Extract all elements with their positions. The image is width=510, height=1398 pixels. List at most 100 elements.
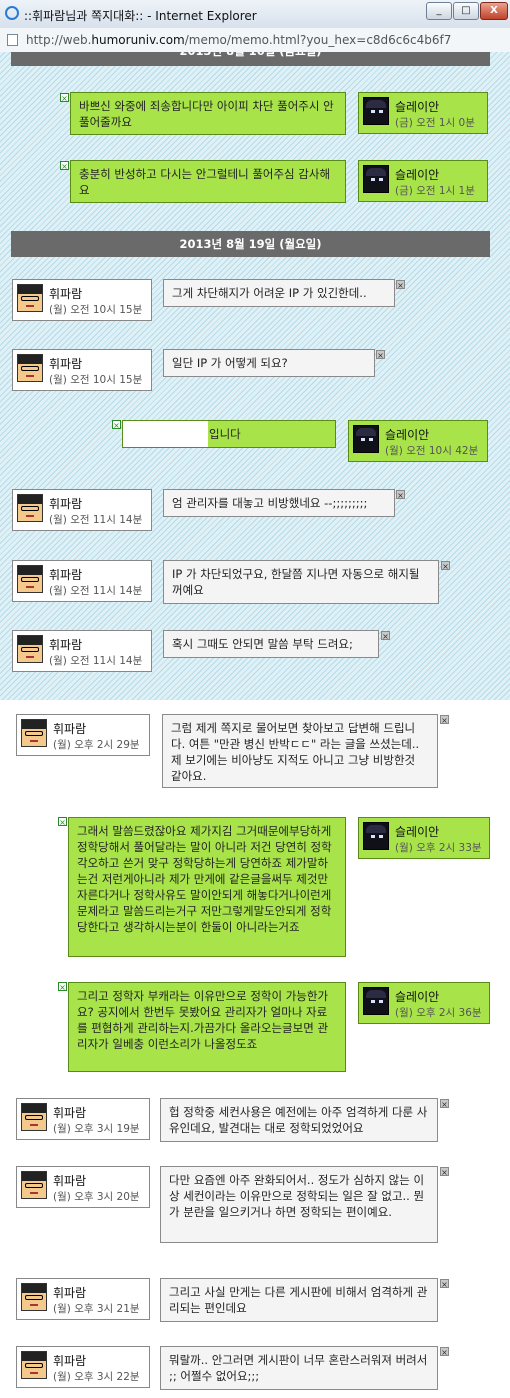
sender-name: 휘파람: [49, 287, 83, 301]
timestamp: (월) 오후 2시 29분: [53, 739, 140, 751]
address-bar[interactable]: http://web.humoruniv.com/memo/memo.html?…: [0, 28, 510, 53]
timestamp: (월) 오전 10시 15분: [49, 374, 143, 386]
avatar: [17, 284, 43, 312]
timestamp: (월) 오전 10시 15분: [49, 304, 143, 316]
sender-name: 휘파람: [53, 722, 87, 736]
timestamp: (금) 오전 1시 0분: [395, 117, 475, 129]
delete-icon[interactable]: ×: [440, 1167, 449, 1177]
delete-icon[interactable]: ×: [60, 161, 69, 171]
delete-icon[interactable]: ×: [440, 1347, 449, 1357]
window-title: ::휘파람님과 쪽지대화:: - Internet Explorer: [24, 9, 257, 23]
sender-name: 슬레이안: [395, 168, 440, 182]
delete-icon[interactable]: ×: [440, 1279, 449, 1289]
timestamp: (월) 오후 2시 36분: [395, 1007, 482, 1019]
message-bubble: 일단 IP 가 어떻게 되요?: [163, 349, 375, 377]
minimize-button[interactable]: _: [426, 2, 452, 20]
sender-card: 휘파람 (월) 오후 3시 21분: [16, 1278, 150, 1320]
sender-name: 휘파람: [49, 568, 83, 582]
avatar: [353, 425, 379, 453]
sender-name: 슬레이안: [395, 990, 440, 1004]
delete-icon[interactable]: ×: [376, 350, 385, 360]
message-bubble: 충분히 반성하고 다시는 안그럴테니 풀어주심 감사해요: [70, 160, 346, 203]
sender-card: 휘파람 (월) 오전 11시 14분: [12, 560, 152, 602]
sender-card: 슬레이안 (금) 오전 1시 0분: [358, 92, 488, 134]
avatar: [17, 635, 43, 663]
sender-name: 슬레이안: [385, 428, 430, 442]
avatar: [17, 354, 43, 382]
delete-icon[interactable]: ×: [441, 561, 450, 571]
avatar: [17, 494, 43, 522]
sender-name: 휘파람: [49, 497, 83, 511]
delete-icon[interactable]: ×: [58, 817, 67, 827]
redaction-box: [123, 421, 208, 447]
timestamp: (월) 오후 3시 22분: [53, 1371, 140, 1383]
sender-card: 휘파람 (월) 오후 3시 20분: [16, 1166, 150, 1208]
sender-card: 슬레이안 (월) 오전 10시 42분: [348, 420, 488, 462]
timestamp: (월) 오전 10시 42분: [385, 445, 479, 457]
delete-icon[interactable]: ×: [381, 631, 390, 641]
sender-name: 슬레이안: [395, 100, 440, 114]
avatar: [21, 1103, 47, 1131]
delete-icon[interactable]: ×: [396, 490, 405, 500]
delete-icon[interactable]: ×: [440, 1099, 449, 1109]
message-bubble: 엄 관리자를 대놓고 비방했네요 --;;;;;;;;;: [163, 489, 395, 517]
avatar: [21, 1171, 47, 1199]
delete-icon[interactable]: ×: [60, 93, 69, 103]
window-titlebar: ::휘파람님과 쪽지대화:: - Internet Explorer _ □ X: [0, 0, 510, 29]
sender-card: 휘파람 (월) 오후 3시 19분: [16, 1098, 150, 1140]
timestamp: (금) 오전 1시 1분: [395, 185, 475, 197]
sender-card: 휘파람 (월) 오전 11시 14분: [12, 489, 152, 531]
delete-icon[interactable]: ×: [58, 982, 67, 992]
sender-name: 휘파람: [53, 1354, 87, 1368]
sender-card: 슬레이안 (월) 오후 2시 36분: [358, 982, 490, 1024]
close-button[interactable]: X: [480, 2, 508, 20]
timestamp: (월) 오후 3시 19분: [53, 1123, 140, 1135]
ie-logo-icon: [5, 6, 19, 20]
avatar: [363, 165, 389, 193]
timestamp: (월) 오후 2시 33분: [395, 842, 482, 854]
avatar: [17, 565, 43, 593]
message-bubble: 다만 요즘엔 아주 완화되어서.. 정도가 심하지 않는 이상 세컨이라는 이유…: [160, 1166, 438, 1243]
message-bubble: 바쁘신 와중에 죄송합니다만 아이피 차단 풀어주시 안풀어줄까요: [70, 92, 346, 135]
sender-name: 슬레이안: [395, 825, 440, 839]
avatar: [363, 97, 389, 125]
sender-card: 슬레이안 (금) 오전 1시 1분: [358, 160, 488, 202]
avatar: [21, 719, 47, 747]
message-bubble: 헙 정학중 세컨사용은 예전에는 아주 엄격하게 다룬 사유인데요, 발견대는 …: [160, 1098, 438, 1142]
timestamp: (월) 오전 11시 14분: [49, 514, 143, 526]
avatar: [363, 822, 389, 850]
sender-card: 휘파람 (월) 오전 10시 15분: [12, 279, 152, 321]
message-bubble: 그리고 정학자 부캐라는 이유만으로 정학이 가능한가요? 공지에서 한번두 못…: [68, 982, 346, 1072]
timestamp: (월) 오전 11시 14분: [49, 585, 143, 597]
maximize-button[interactable]: □: [453, 2, 479, 20]
message-bubble: IP 가 차단되었구요, 한달쯤 지나면 자동으로 해지될꺼예요: [163, 560, 439, 604]
memo-content[interactable]: 2013년 8월 16일 (금요일) 바쁘신 와중에 죄송합니다만 아이피 차단…: [0, 52, 510, 1398]
avatar: [21, 1283, 47, 1311]
sender-card: 휘파람 (월) 오후 2시 29분: [16, 714, 150, 756]
sender-card: 휘파람 (월) 오후 3시 22분: [16, 1346, 150, 1388]
delete-icon[interactable]: ×: [396, 280, 405, 290]
message-bubble: 혹시 그때도 안되면 말씀 부탁 드려요;: [163, 630, 379, 658]
sender-card: 휘파람 (월) 오전 10시 15분: [12, 349, 152, 391]
message-bubble: 그래서 말씀드렸잖아요 제가지김 그거때문에부당하게 정학당해서 풀어달라는 말…: [68, 817, 346, 957]
page-icon: [7, 34, 18, 46]
date-header: 2013년 8월 19일 (월요일): [11, 231, 490, 257]
sender-name: 휘파람: [49, 638, 83, 652]
timestamp: (월) 오후 3시 21분: [53, 1303, 140, 1315]
timestamp: (월) 오전 11시 14분: [49, 655, 143, 667]
sender-card: 휘파람 (월) 오전 11시 14분: [12, 630, 152, 672]
delete-icon[interactable]: ×: [440, 715, 449, 725]
delete-icon[interactable]: ×: [112, 420, 121, 430]
message-bubble: 그게 차단해지가 어려운 IP 가 있긴한데..: [163, 279, 395, 307]
sender-card: 슬레이안 (월) 오후 2시 33분: [358, 817, 490, 859]
avatar: [363, 987, 389, 1015]
avatar: [21, 1351, 47, 1379]
url-text[interactable]: http://web.humoruniv.com/memo/memo.html?…: [26, 33, 451, 47]
timestamp: (월) 오후 3시 20분: [53, 1191, 140, 1203]
sender-name: 휘파람: [53, 1106, 87, 1120]
message-bubble: 뭐랄까.. 안그러면 게시판이 너무 혼란스러워져 버려서 ;; 어쩔수 없어요…: [160, 1346, 438, 1390]
message-bubble: 입니다: [122, 420, 336, 448]
sender-name: 휘파람: [53, 1286, 87, 1300]
message-bubble: 그럼 제게 쪽지로 물어보면 찾아보고 답변해 드립니다. 여튼 "만관 병신 …: [162, 714, 438, 788]
sender-name: 휘파람: [49, 357, 83, 371]
